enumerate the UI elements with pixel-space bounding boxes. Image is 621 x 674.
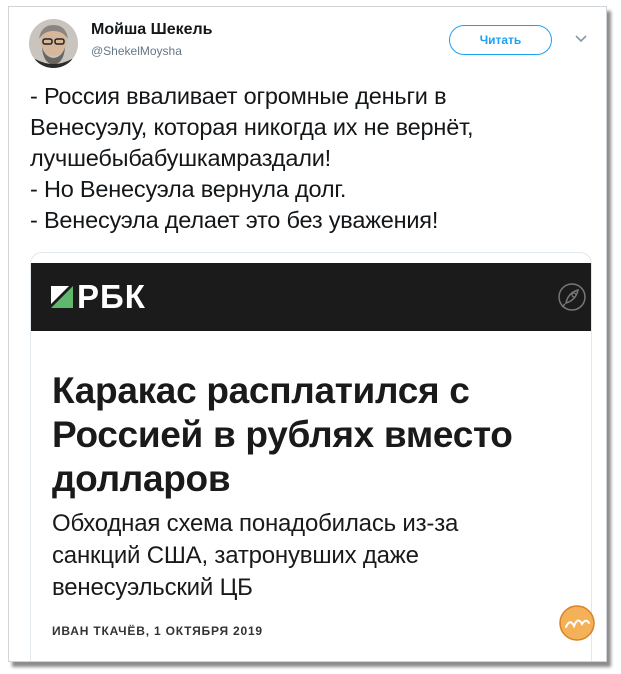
watermark-logo [559,605,595,641]
chevron-down-icon[interactable] [574,33,588,45]
avatar[interactable] [29,19,78,68]
tweet-line: лучшебыбабушкамраздали! [30,145,331,171]
headline-line: Россией в рублях вместо [52,414,513,455]
tweet-line: - Но Венесуэла вернула долг. [30,176,347,202]
headline-line: долларов [52,458,231,499]
rocket-icon [558,283,586,311]
author-name[interactable]: Мойша Шекель [91,21,213,39]
follow-button[interactable]: Читать [449,25,552,55]
rbc-logo-mark [51,286,73,308]
headline-line: Каракас расплатился с [52,370,470,411]
rbc-logo-text: РБК [77,278,146,315]
card-byline: ИВАН ТКАЧЁВ, 1 ОКТЯБРЯ 2019 [52,624,263,638]
subhead-line: санкций США, затронувших даже [52,542,419,569]
card-headline[interactable]: Каракас расплатился с Россией в рублях в… [52,369,572,501]
card-subhead: Обходная схема понадобилась из-за санкци… [52,508,572,604]
card-banner: РБК [31,263,591,331]
tweet-line: - Россия вваливает огромные деньги в [30,83,447,109]
rbc-logo: РБК [51,279,146,315]
subhead-line: Обходная схема понадобилась из-за [52,510,459,537]
tweet-frame: Мойша Шекель @ShekelMoysha Читать - Росс… [8,6,607,662]
link-card[interactable]: РБК Каракас расплатился с Россией в рубл… [30,252,592,661]
tweet-text: - Россия вваливает огромные деньги в Вен… [30,81,590,236]
author-handle[interactable]: @ShekelMoysha [91,44,182,58]
tweet-line: Венесуэлу, которая никогда их не вернёт, [30,114,474,140]
tweet-line: - Венесуэла делает это без уважения! [30,207,439,233]
subhead-line: венесуэльский ЦБ [52,574,253,601]
